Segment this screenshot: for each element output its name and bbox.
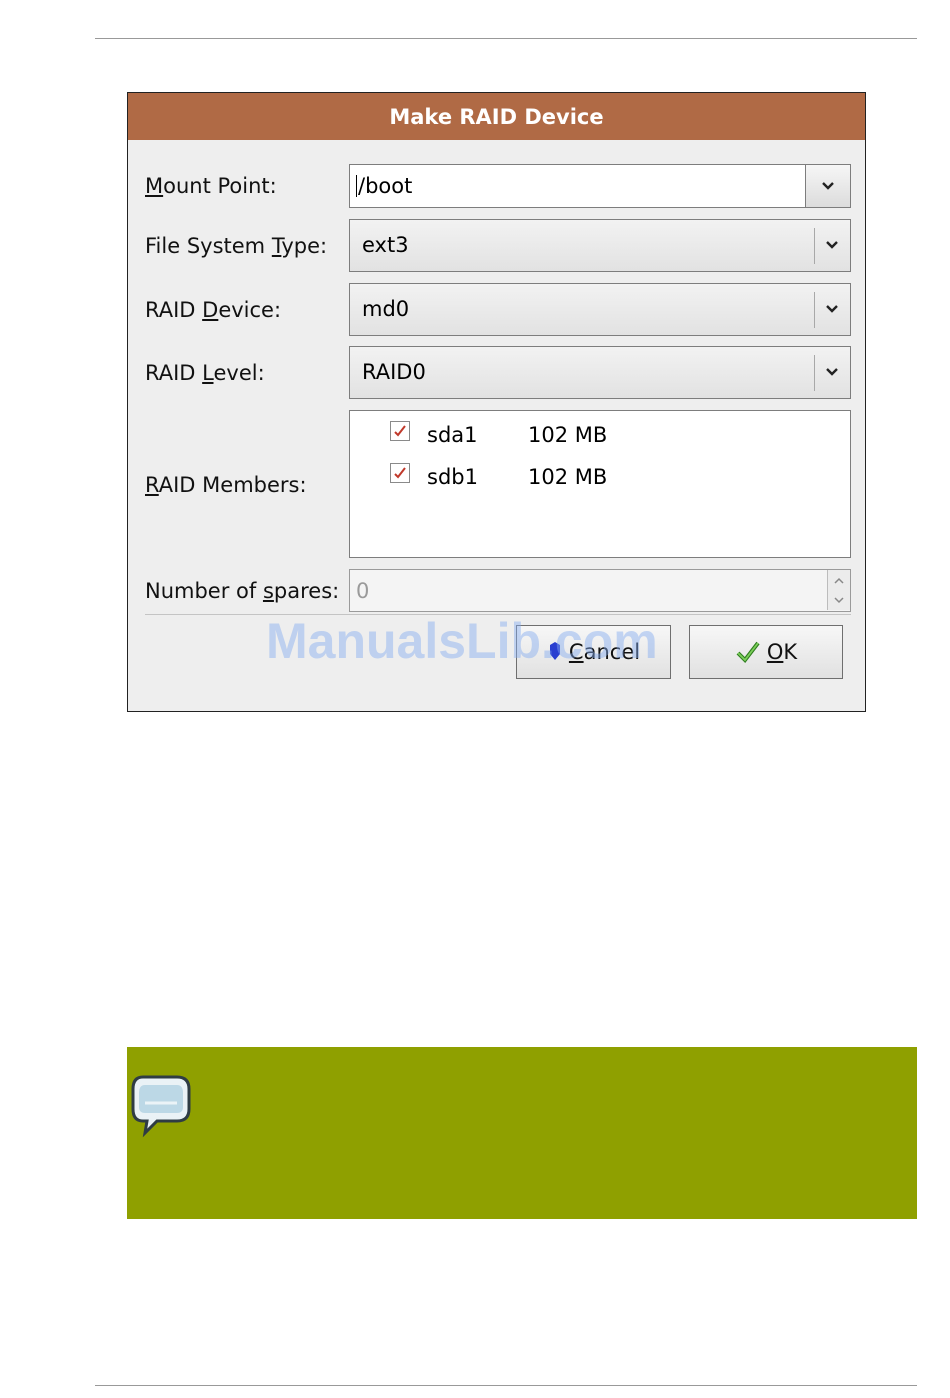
cancel-icon: [549, 642, 560, 660]
raid-level-label-pre: RAID: [145, 361, 203, 385]
spares-spinner[interactable]: 0: [349, 569, 851, 612]
raid-level-label-key: L: [202, 361, 214, 385]
cancel-label-rest: ancel: [583, 640, 641, 664]
raid-members-label-key: R: [145, 473, 159, 497]
spin-down-icon: [834, 596, 844, 603]
ok-label-rest: K: [783, 640, 798, 664]
checkmark-icon: [394, 425, 406, 437]
raid-device-label: RAID Device:: [145, 298, 281, 322]
footer-rule: [95, 1385, 917, 1386]
make-raid-device-dialog: Make RAID Device Mount Point: /boot File…: [127, 92, 866, 712]
raid-level-label-post: evel:: [213, 361, 265, 385]
ok-button[interactable]: OK: [689, 625, 843, 679]
raid-level-label: RAID Level:: [145, 361, 265, 385]
raid-level-select[interactable]: RAID0: [349, 346, 851, 399]
spares-label-post: pares:: [273, 579, 340, 603]
spin-up-icon: [834, 577, 844, 584]
checkmark-icon: [394, 467, 406, 479]
button-separator: [145, 614, 851, 615]
mount-point-input[interactable]: /boot: [356, 174, 412, 198]
member-size: 102 MB: [528, 423, 608, 447]
spares-label: Number of spares:: [145, 579, 339, 603]
fs-type-arrow[interactable]: [822, 234, 842, 256]
spares-down-button[interactable]: [827, 590, 850, 610]
raid-device-arrow[interactable]: [822, 298, 842, 320]
member-size: 102 MB: [528, 465, 608, 489]
raid-device-label-post: evice:: [218, 298, 282, 322]
raid-device-select[interactable]: md0: [349, 283, 851, 336]
mount-point-label: Mount Point:: [145, 174, 277, 198]
header-rule: [95, 38, 917, 39]
combo-separator: [814, 228, 815, 264]
cancel-button[interactable]: Cancel: [516, 625, 671, 679]
check-icon: [736, 641, 760, 664]
ok-label: OK: [767, 640, 797, 664]
mount-point-label-key: M: [145, 174, 164, 198]
member-checkbox[interactable]: [390, 463, 410, 483]
chevron-down-icon: [826, 305, 838, 313]
mount-point-value[interactable]: /boot: [358, 174, 412, 198]
fs-type-label-post: ype:: [281, 234, 328, 258]
spares-label-key: s: [262, 579, 274, 603]
raid-level-value: RAID0: [362, 360, 426, 384]
member-name: sda1: [427, 423, 478, 447]
dialog-title: Make RAID Device: [128, 93, 865, 140]
spares-value[interactable]: 0: [356, 579, 369, 603]
fs-type-label-pre: File System: [145, 234, 272, 258]
chevron-down-icon: [822, 182, 834, 190]
combo-separator: [814, 292, 815, 328]
ok-label-key: O: [766, 640, 784, 664]
member-checkbox[interactable]: [390, 421, 410, 441]
raid-members-label: RAID Members:: [145, 473, 307, 497]
mount-point-combo[interactable]: /boot: [349, 164, 851, 208]
fs-type-label-key: T: [271, 234, 282, 258]
chevron-down-icon: [826, 368, 838, 376]
raid-members-label-post: AID Members:: [158, 473, 307, 497]
note-box: [127, 1047, 917, 1219]
raid-device-label-key: D: [202, 298, 219, 322]
spares-label-pre: Number of: [145, 579, 263, 603]
speech-bubble-icon: [131, 1075, 191, 1138]
raid-level-arrow[interactable]: [822, 361, 842, 383]
chevron-down-icon: [826, 241, 838, 249]
raid-members-list: sda1 102 MB sdb1 102 MB: [349, 410, 851, 558]
spares-up-button[interactable]: [827, 570, 850, 591]
mount-point-label-post: ount Point:: [163, 174, 277, 198]
text-caret: [356, 175, 357, 197]
cancel-label-key: C: [568, 640, 584, 664]
raid-device-label-pre: RAID: [145, 298, 203, 322]
raid-device-value: md0: [362, 297, 410, 321]
combo-separator: [814, 355, 815, 391]
member-name: sdb1: [427, 465, 478, 489]
fs-type-select[interactable]: ext3: [349, 219, 851, 272]
cancel-label: Cancel: [569, 640, 640, 664]
mount-point-dropdown-button[interactable]: [805, 165, 850, 207]
fs-type-value: ext3: [362, 233, 409, 257]
fs-type-label: File System Type:: [145, 234, 327, 258]
